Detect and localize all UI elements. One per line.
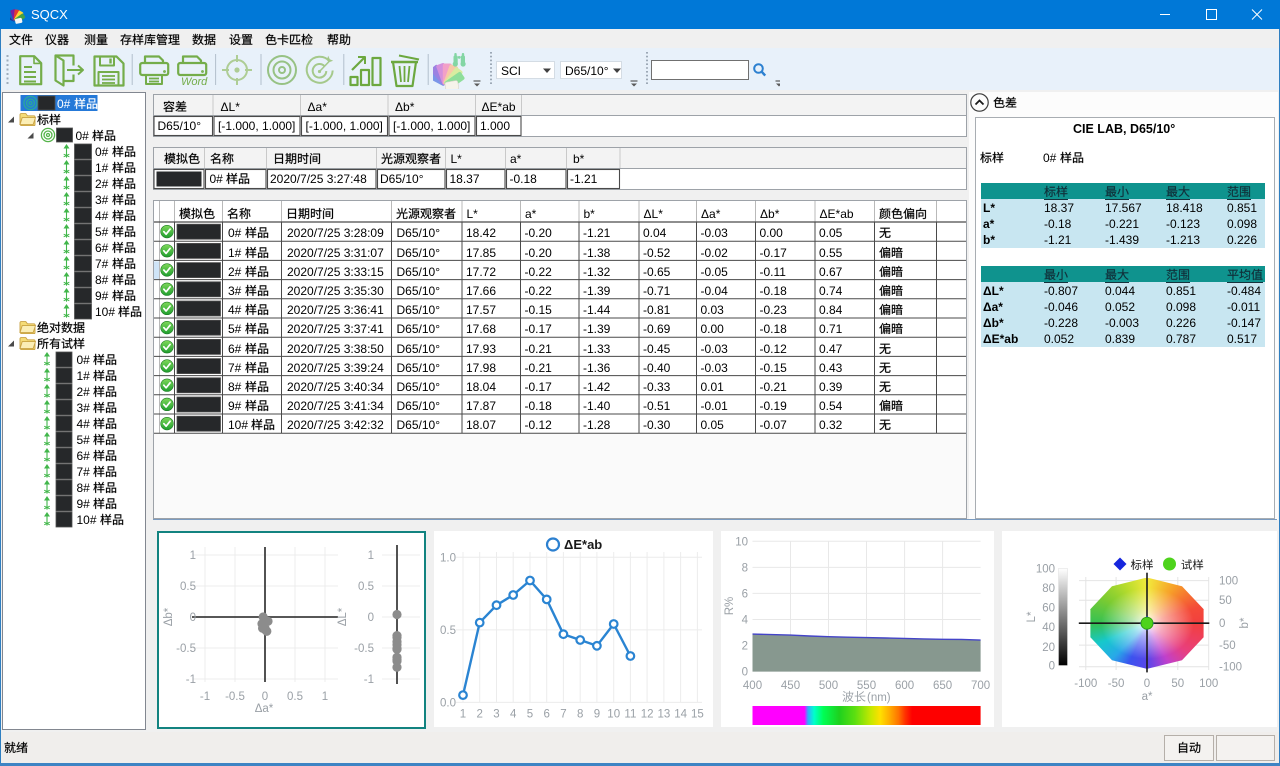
svg-text:11: 11 (624, 709, 636, 721)
svg-text:14: 14 (674, 709, 687, 721)
svg-text:0: 0 (368, 612, 374, 624)
svg-text:4: 4 (510, 709, 517, 721)
svg-text:Δa*: Δa* (255, 703, 274, 715)
svg-text:20: 20 (1042, 642, 1055, 654)
svg-text:-1: -1 (364, 674, 374, 686)
svg-text:-100: -100 (1219, 662, 1242, 674)
svg-text:b*: b* (1239, 617, 1251, 628)
svg-text:10: 10 (607, 709, 620, 721)
svg-text:0.5: 0.5 (440, 625, 456, 637)
svg-text:1.0: 1.0 (440, 552, 456, 564)
svg-text:6: 6 (742, 588, 748, 600)
svg-text:100: 100 (1199, 678, 1218, 690)
svg-text:450: 450 (781, 680, 800, 692)
svg-text:550: 550 (857, 680, 876, 692)
svg-text:1: 1 (368, 550, 374, 562)
svg-text:-0.5: -0.5 (354, 643, 374, 655)
svg-text:0: 0 (742, 667, 748, 679)
svg-text:50: 50 (1171, 678, 1184, 690)
svg-text:40: 40 (1042, 622, 1055, 634)
svg-text:0.5: 0.5 (287, 691, 303, 703)
svg-text:8: 8 (577, 709, 583, 721)
svg-text:0.0: 0.0 (440, 697, 456, 709)
svg-text:0.5: 0.5 (180, 581, 196, 593)
svg-text:12: 12 (641, 709, 654, 721)
svg-text:9: 9 (594, 709, 600, 721)
svg-text:4: 4 (742, 615, 749, 627)
svg-text:R%: R% (724, 597, 736, 616)
svg-text:500: 500 (819, 680, 838, 692)
svg-text:2: 2 (476, 709, 482, 721)
svg-text:3: 3 (493, 709, 499, 721)
svg-text:13: 13 (658, 709, 671, 721)
svg-text:ΔL*: ΔL* (337, 607, 349, 626)
svg-text:-1: -1 (186, 674, 196, 686)
svg-text:0.5: 0.5 (358, 581, 374, 593)
svg-text:0: 0 (1049, 661, 1055, 673)
svg-text:400: 400 (743, 680, 762, 692)
svg-text:50: 50 (1219, 595, 1232, 607)
svg-text:60: 60 (1042, 603, 1055, 615)
svg-text:2: 2 (742, 641, 748, 653)
svg-text:-0.5: -0.5 (176, 643, 196, 655)
svg-text:a*: a* (1142, 691, 1153, 703)
svg-text:650: 650 (933, 680, 952, 692)
svg-text:10: 10 (735, 536, 748, 548)
svg-text:600: 600 (895, 680, 914, 692)
svg-text:5: 5 (527, 709, 533, 721)
svg-text:-0.5: -0.5 (225, 691, 245, 703)
svg-text:-1: -1 (200, 691, 210, 703)
svg-text:-50: -50 (1108, 678, 1125, 690)
svg-text:100: 100 (1036, 564, 1055, 576)
svg-text:15: 15 (691, 709, 704, 721)
svg-text:ΔE*ab: ΔE*ab (564, 537, 602, 552)
svg-text:-50: -50 (1219, 640, 1236, 652)
svg-text:Δb*: Δb* (163, 607, 175, 626)
svg-text:1: 1 (322, 691, 328, 703)
svg-text:(nm): (nm) (867, 692, 891, 704)
svg-text:80: 80 (1042, 583, 1055, 595)
svg-text:0: 0 (262, 691, 268, 703)
svg-text:1: 1 (460, 709, 466, 721)
svg-text:8: 8 (742, 562, 748, 574)
svg-text:0: 0 (1219, 618, 1225, 630)
svg-text:100: 100 (1219, 576, 1238, 588)
svg-text:700: 700 (971, 680, 990, 692)
svg-text:0: 0 (1144, 678, 1150, 690)
svg-text:0: 0 (190, 612, 196, 624)
svg-text:7: 7 (560, 709, 566, 721)
svg-text:L*: L* (1026, 611, 1038, 622)
svg-text:-100: -100 (1074, 678, 1097, 690)
svg-text:6: 6 (543, 709, 549, 721)
svg-text:1: 1 (190, 550, 196, 562)
